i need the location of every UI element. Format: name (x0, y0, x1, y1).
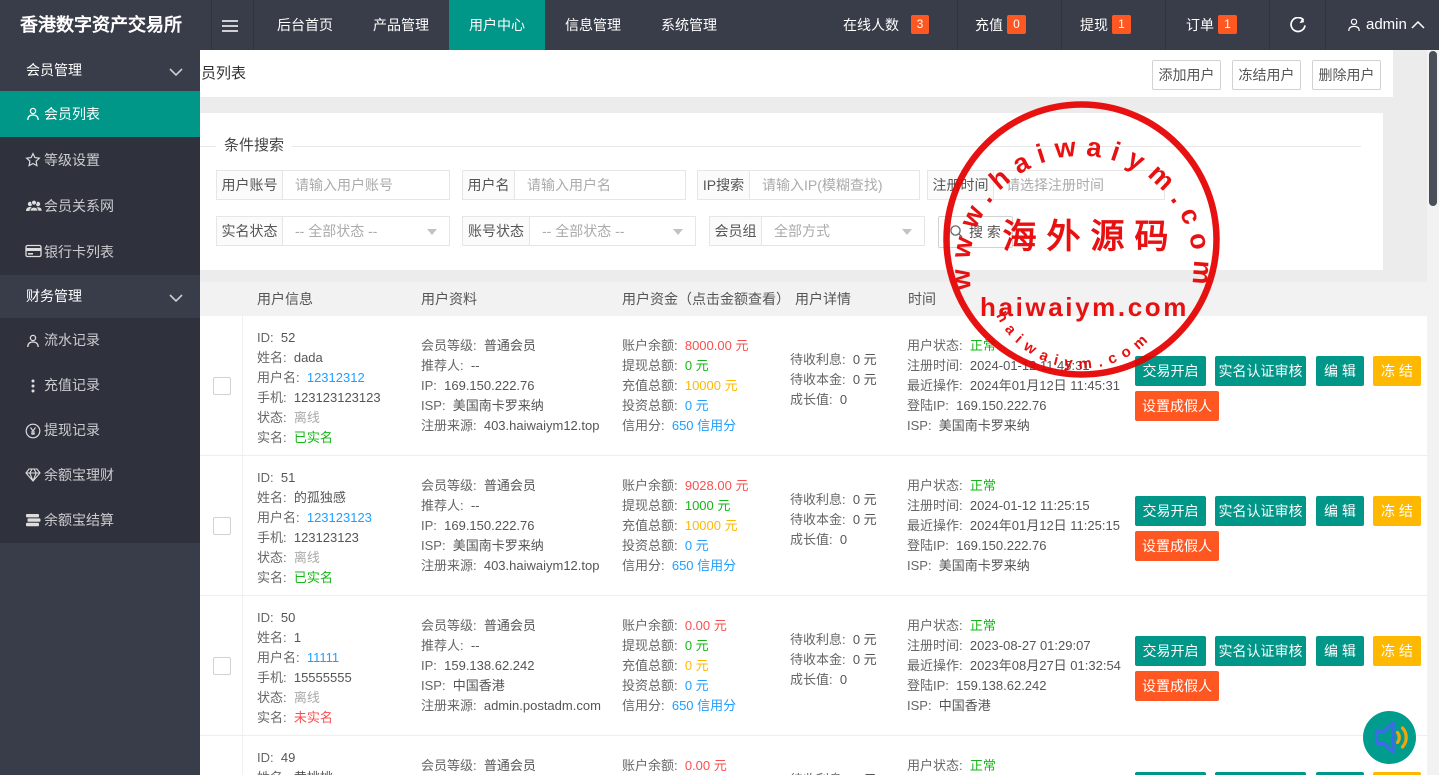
svg-text:haiwaiym.com: haiwaiym.com (980, 292, 1189, 322)
svg-text:海外源码: 海外源码 (1003, 218, 1179, 256)
svg-text:www.haiwaiym.com: www.haiwaiym.com (945, 131, 1219, 294)
